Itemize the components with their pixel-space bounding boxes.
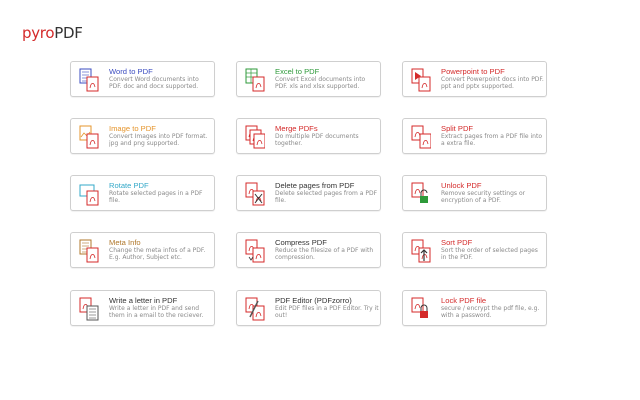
tool-description: Convert Images into PDF format. jpg and … xyxy=(109,133,208,148)
tool-title: PDF Editor (PDFzorro) xyxy=(275,296,352,305)
tool-card-pdf-editor[interactable]: PDF Editor (PDFzorro) Edit PDF files in a… xyxy=(236,290,381,326)
logo-text-pdf: PDF xyxy=(54,24,83,42)
powerpoint-to-pdf-icon xyxy=(411,68,431,92)
lock-pdf-icon xyxy=(411,297,431,321)
tool-title: Image to PDF xyxy=(109,124,156,133)
excel-to-pdf-icon xyxy=(245,68,265,92)
tool-card-powerpoint-to-pdf[interactable]: Powerpoint to PDF Convert Powerpoint docs… xyxy=(402,61,547,97)
tool-title: Word to PDF xyxy=(109,67,153,76)
tool-title: Excel to PDF xyxy=(275,67,320,76)
tool-title: Unlock PDF xyxy=(441,181,482,190)
app-logo[interactable]: pyroPDF xyxy=(22,24,83,42)
tool-title: Meta Info xyxy=(109,238,141,247)
tool-card-meta-info[interactable]: Meta Info Change the meta infos of a PDF.… xyxy=(70,232,215,268)
tool-title: Write a letter in PDF xyxy=(109,296,178,305)
tool-card-rotate-pdf[interactable]: Rotate PDF Rotate selected pages in a PDF… xyxy=(70,175,215,211)
tool-description: secure / encrypt the pdf file, e.g. with… xyxy=(441,305,540,320)
pdf-editor-icon xyxy=(245,297,265,321)
tool-card-split-pdf[interactable]: Split PDF Extract pages from a PDF file i… xyxy=(402,118,547,154)
tool-title: Sort PDF xyxy=(441,238,473,247)
delete-pages-icon xyxy=(245,182,265,206)
split-pdf-icon xyxy=(411,125,432,149)
tool-description: Do multiple PDF documents together. xyxy=(275,133,359,148)
tool-card-merge-pdfs[interactable]: Merge PDFs Do multiple PDF documents toge… xyxy=(236,118,381,154)
tool-description: Sort the order of selected pages in the … xyxy=(441,247,538,262)
rotate-pdf-icon xyxy=(79,182,99,206)
tool-card-excel-to-pdf[interactable]: Excel to PDF Convert Excel documents into… xyxy=(236,61,381,97)
tool-title: Powerpoint to PDF xyxy=(441,67,505,76)
tool-title: Lock PDF file xyxy=(441,296,487,305)
tool-card-compress-pdf[interactable]: Compress PDF Reduce the filesize of a PDF… xyxy=(236,232,381,268)
word-to-pdf-icon xyxy=(79,68,99,92)
tool-description: Convert Excel documents into PDF. xls an… xyxy=(275,76,366,91)
merge-pdfs-icon xyxy=(245,125,266,149)
tool-title: Compress PDF xyxy=(275,238,327,247)
unlock-pdf-icon xyxy=(411,182,431,206)
tool-title: Delete pages from PDF xyxy=(275,181,355,190)
tool-description: Convert Word documents into PDF. doc and… xyxy=(109,76,199,91)
tool-description: Edit PDF files in a PDF Editor. Try it o… xyxy=(275,305,379,320)
tool-title: Rotate PDF xyxy=(109,181,149,190)
logo-text-pyro: pyro xyxy=(22,24,55,42)
write-letter-icon xyxy=(79,297,99,321)
tool-card-unlock-pdf[interactable]: Unlock PDF Remove security settings or en… xyxy=(402,175,547,211)
tool-description: Reduce the filesize of a PDF with compre… xyxy=(275,247,374,262)
tool-card-word-to-pdf[interactable]: Word to PDF Convert Word documents into P… xyxy=(70,61,215,97)
tool-description: Change the meta infos of a PDF. E.g. Aut… xyxy=(109,247,206,262)
compress-pdf-icon xyxy=(245,239,265,263)
tool-description: Rotate selected pages in a PDF file. xyxy=(109,190,203,205)
tool-card-write-letter[interactable]: Write a letter in PDF Write a letter in P… xyxy=(70,290,215,326)
meta-info-icon xyxy=(79,239,99,263)
tool-description: Remove security settings or encryption o… xyxy=(441,190,526,205)
tool-description: Delete selected pages from a PDF file. xyxy=(275,190,378,205)
tool-card-delete-pages[interactable]: Delete pages from PDF Delete selected pag… xyxy=(236,175,381,211)
tool-card-image-to-pdf[interactable]: Image to PDF Convert Images into PDF form… xyxy=(70,118,215,154)
tool-description: Convert Powerpoint docs into PDF. ppt an… xyxy=(441,76,544,91)
tool-description: Write a letter in PDF and send them in a… xyxy=(109,305,204,320)
tool-title: Merge PDFs xyxy=(275,124,318,133)
tool-description: Extract pages from a PDF file into a ext… xyxy=(441,133,543,148)
tool-card-sort-pdf[interactable]: Sort PDF Sort the order of selected pages… xyxy=(402,232,547,268)
image-to-pdf-icon xyxy=(79,125,99,149)
tool-title: Split PDF xyxy=(441,124,474,133)
tool-card-lock-pdf[interactable]: Lock PDF file secure / encrypt the pdf fi… xyxy=(402,290,547,326)
sort-pdf-icon xyxy=(411,239,431,263)
